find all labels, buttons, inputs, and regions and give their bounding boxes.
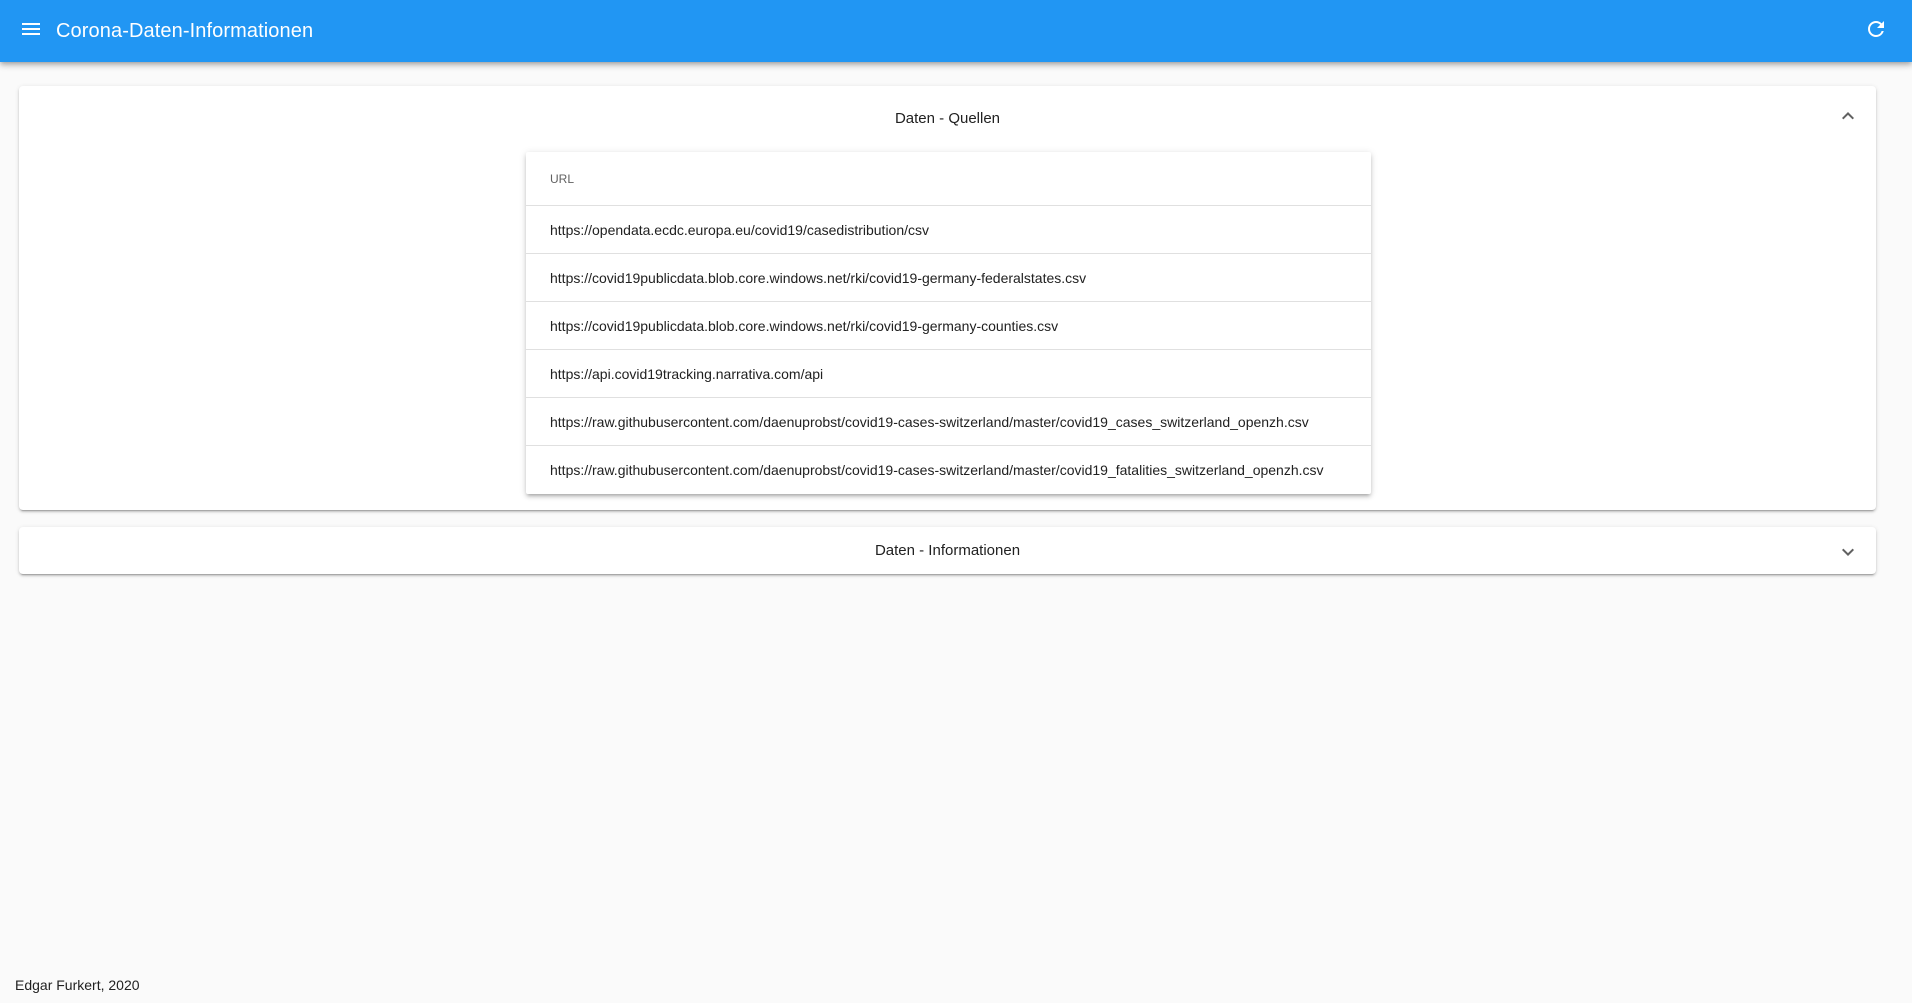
app-title: Corona-Daten-Informationen — [56, 19, 314, 42]
menu-icon — [19, 17, 43, 46]
sources-panel-header[interactable]: Daten - Quellen — [19, 86, 1876, 150]
table-row[interactable]: https://raw.githubusercontent.com/daenup… — [526, 398, 1371, 446]
chevron-up-icon[interactable] — [1836, 104, 1860, 128]
chevron-down-icon[interactable] — [1836, 540, 1860, 564]
menu-button[interactable] — [13, 13, 49, 49]
info-panel-title: Daten - Informationen — [874, 542, 1021, 559]
url-table: URL https://opendata.ecdc.europa.eu/covi… — [526, 152, 1371, 494]
footer-credit: Edgar Furkert, 2020 — [15, 977, 140, 993]
sources-panel: Daten - Quellen URL https://opendata.ecd… — [19, 86, 1876, 510]
table-row[interactable]: https://raw.githubusercontent.com/daenup… — [526, 446, 1371, 494]
table-row[interactable]: https://covid19publicdata.blob.core.wind… — [526, 254, 1371, 302]
app-bar: Corona-Daten-Informationen — [0, 0, 1912, 62]
table-row[interactable]: https://api.covid19tracking.narrativa.co… — [526, 350, 1371, 398]
url-column-header: URL — [526, 152, 1371, 206]
refresh-icon — [1864, 17, 1888, 46]
info-panel-header[interactable]: Daten - Informationen — [19, 527, 1876, 574]
sources-panel-title: Daten - Quellen — [894, 109, 1001, 127]
table-row[interactable]: https://opendata.ecdc.europa.eu/covid19/… — [526, 206, 1371, 254]
refresh-button[interactable] — [1858, 13, 1894, 49]
info-panel: Daten - Informationen — [19, 527, 1876, 574]
table-row[interactable]: https://covid19publicdata.blob.core.wind… — [526, 302, 1371, 350]
